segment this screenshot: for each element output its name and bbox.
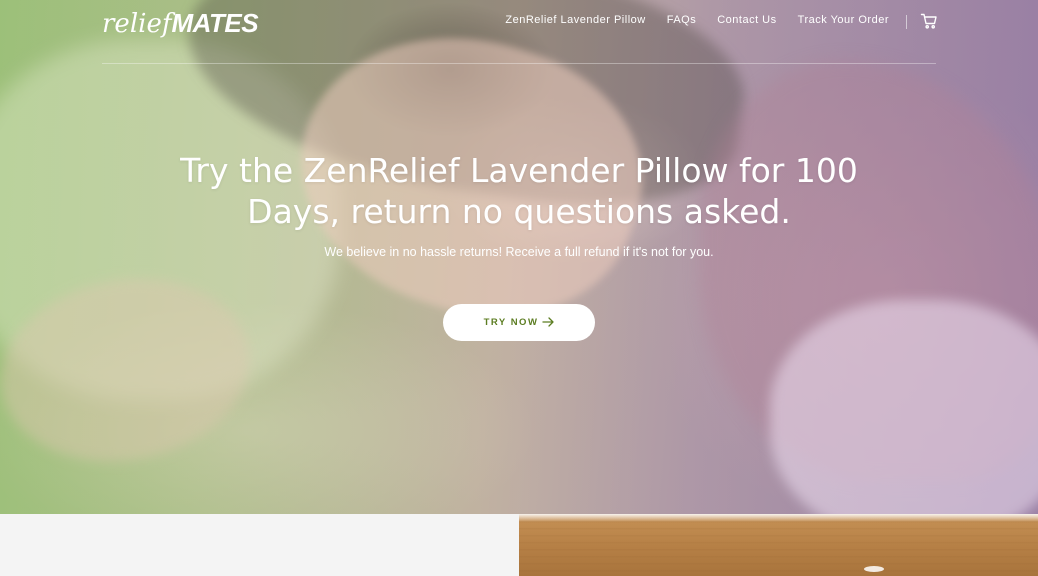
nav-link-contact-us[interactable]: Contact Us bbox=[717, 14, 776, 26]
nav-link-track-order[interactable]: Track Your Order bbox=[798, 14, 889, 26]
content-panel-right-image bbox=[519, 514, 1038, 576]
top-navigation: reliefMATES ZenRelief Lavender Pillow FA… bbox=[102, 0, 938, 64]
brand-logo[interactable]: reliefMATES bbox=[102, 8, 259, 39]
image-highlight bbox=[864, 566, 884, 572]
hero-title: Try the ZenRelief Lavender Pillow for 10… bbox=[180, 151, 858, 231]
hero-section: reliefMATES ZenRelief Lavender Pillow FA… bbox=[0, 0, 1038, 514]
cart-icon[interactable] bbox=[920, 12, 938, 30]
nav-link-lavender-pillow[interactable]: ZenRelief Lavender Pillow bbox=[505, 14, 645, 26]
nav-links: ZenRelief Lavender Pillow FAQs Contact U… bbox=[505, 14, 889, 26]
logo-text-relief: relief bbox=[102, 9, 172, 39]
content-panel-left bbox=[0, 514, 519, 576]
nav-link-faqs[interactable]: FAQs bbox=[667, 14, 697, 26]
hero-subtitle: We believe in no hassle returns! Receive… bbox=[324, 245, 714, 259]
arrow-right-icon bbox=[542, 316, 555, 329]
image-top-edge bbox=[519, 514, 1038, 522]
try-now-button[interactable]: TRY NOW bbox=[443, 304, 595, 341]
nav-divider bbox=[906, 15, 907, 29]
try-now-label: TRY NOW bbox=[483, 317, 539, 328]
logo-text-mates: MATES bbox=[171, 8, 259, 38]
